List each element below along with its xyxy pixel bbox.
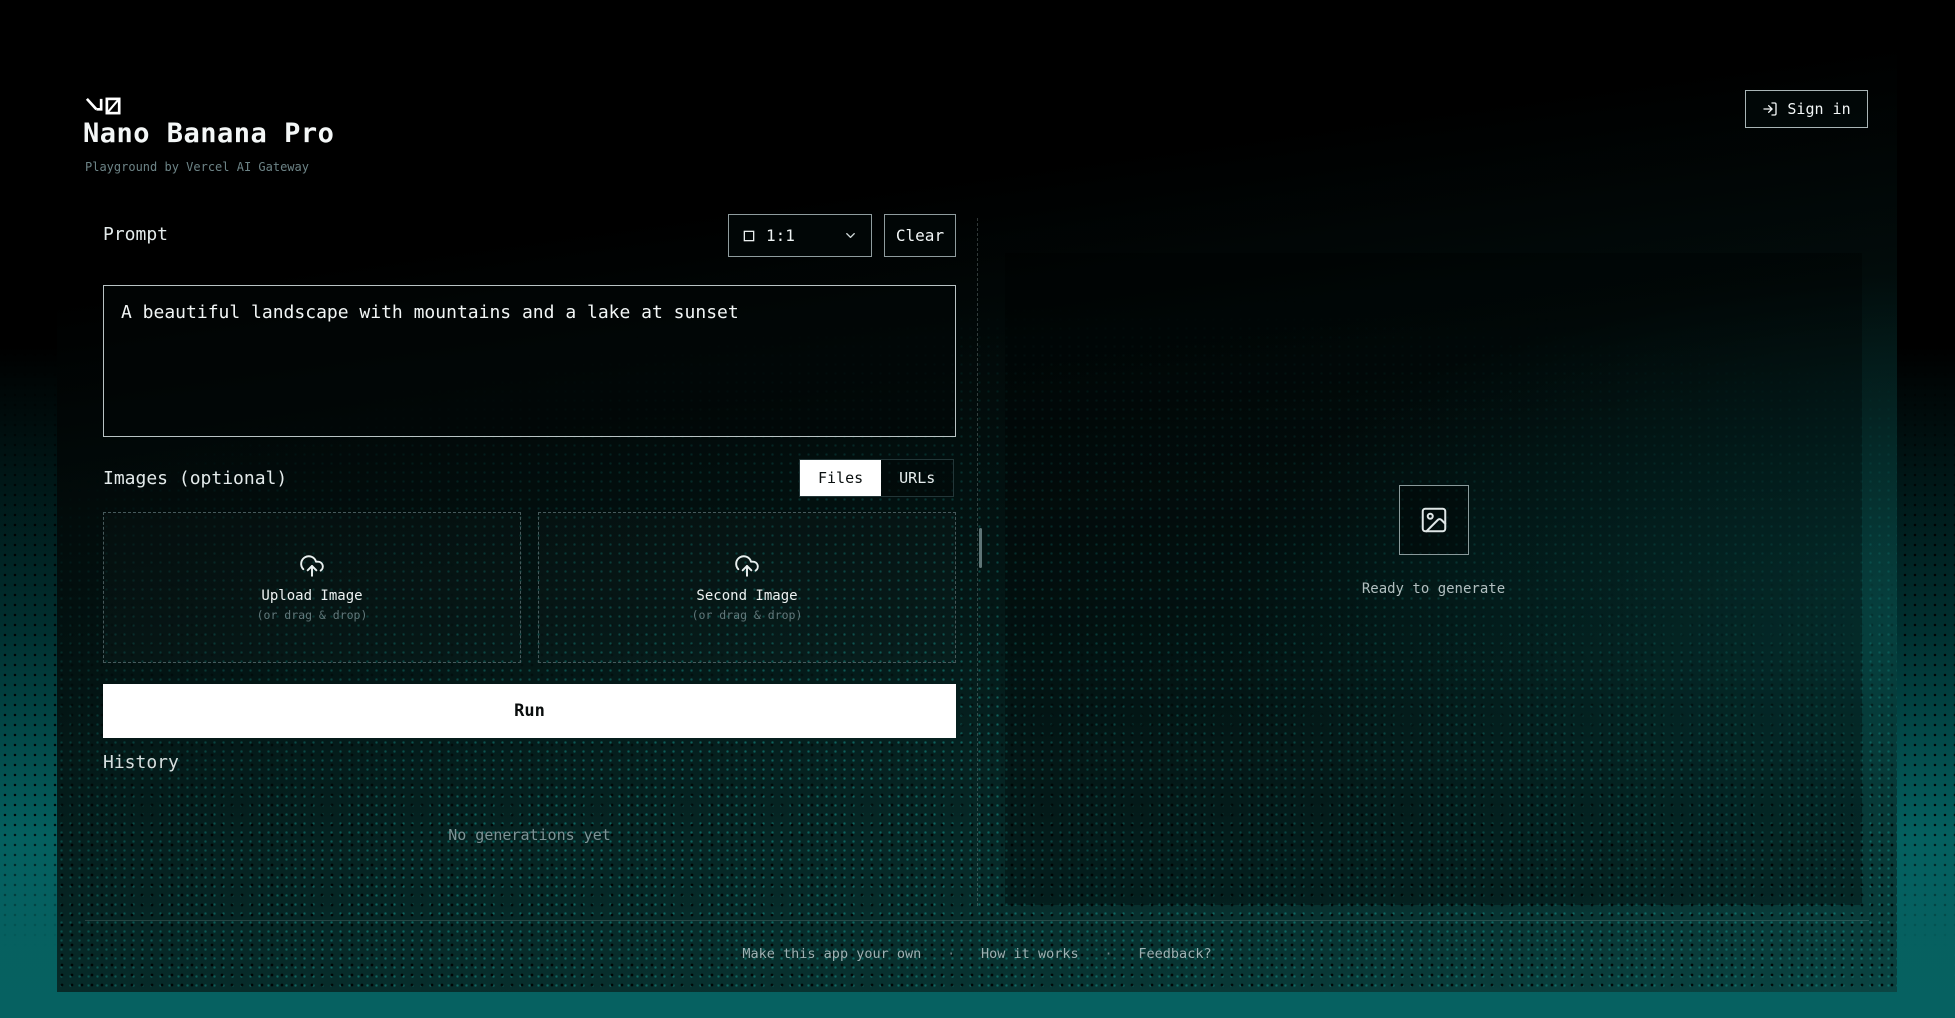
prompt-input[interactable]: A beautiful landscape with mountains and… xyxy=(103,285,956,437)
run-button[interactable]: Run xyxy=(103,684,956,738)
prompt-label: Prompt xyxy=(103,224,168,245)
upload-image-dropzone[interactable]: Upload Image (or drag & drop) xyxy=(103,512,521,663)
aspect-ratio-select[interactable]: 1:1 xyxy=(728,214,872,257)
square-icon xyxy=(742,229,756,243)
footer-link-how-it-works[interactable]: How it works xyxy=(981,946,1079,962)
log-in-icon xyxy=(1762,101,1778,117)
cloud-upload-icon xyxy=(734,553,760,579)
upload-title: Upload Image xyxy=(261,588,362,604)
panel-resize-handle[interactable] xyxy=(979,528,982,568)
tab-urls[interactable]: URLs xyxy=(881,460,953,496)
chevron-down-icon xyxy=(843,228,858,243)
upload-title: Second Image xyxy=(696,588,797,604)
sign-in-button[interactable]: Sign in xyxy=(1745,90,1868,128)
footer-link-make-your-own[interactable]: Make this app your own xyxy=(742,946,921,962)
preview-panel: Ready to generate xyxy=(1005,253,1862,905)
history-empty-message: No generations yet xyxy=(103,826,956,844)
app-canvas: Nano Banana Pro Playground by Vercel AI … xyxy=(0,0,1955,1018)
page-title: Nano Banana Pro xyxy=(83,118,334,149)
column-divider xyxy=(977,218,978,906)
upload-hint: (or drag & drop) xyxy=(692,608,803,622)
history-label: History xyxy=(103,752,179,773)
v0-logo-icon xyxy=(85,96,123,116)
cloud-upload-icon xyxy=(299,553,325,579)
footer-separator: · xyxy=(1105,947,1113,962)
preview-status: Ready to generate xyxy=(1362,581,1505,597)
page-subtitle: Playground by Vercel AI Gateway xyxy=(85,160,309,174)
upload-hint: (or drag & drop) xyxy=(257,608,368,622)
footer-separator: · xyxy=(947,947,955,962)
preview-placeholder-box xyxy=(1399,485,1469,555)
sign-in-label: Sign in xyxy=(1787,100,1850,118)
v0-logo xyxy=(85,96,125,118)
footer-link-feedback[interactable]: Feedback? xyxy=(1138,946,1211,962)
footer: Make this app your own · How it works · … xyxy=(57,946,1897,962)
image-source-toggle: Files URLs xyxy=(799,459,954,497)
second-image-dropzone[interactable]: Second Image (or drag & drop) xyxy=(538,512,956,663)
clear-button[interactable]: Clear xyxy=(884,214,956,257)
footer-divider xyxy=(85,920,1869,921)
image-icon xyxy=(1419,505,1449,535)
tab-files[interactable]: Files xyxy=(800,460,881,496)
aspect-ratio-value: 1:1 xyxy=(766,226,795,245)
images-label: Images (optional) xyxy=(103,468,287,489)
